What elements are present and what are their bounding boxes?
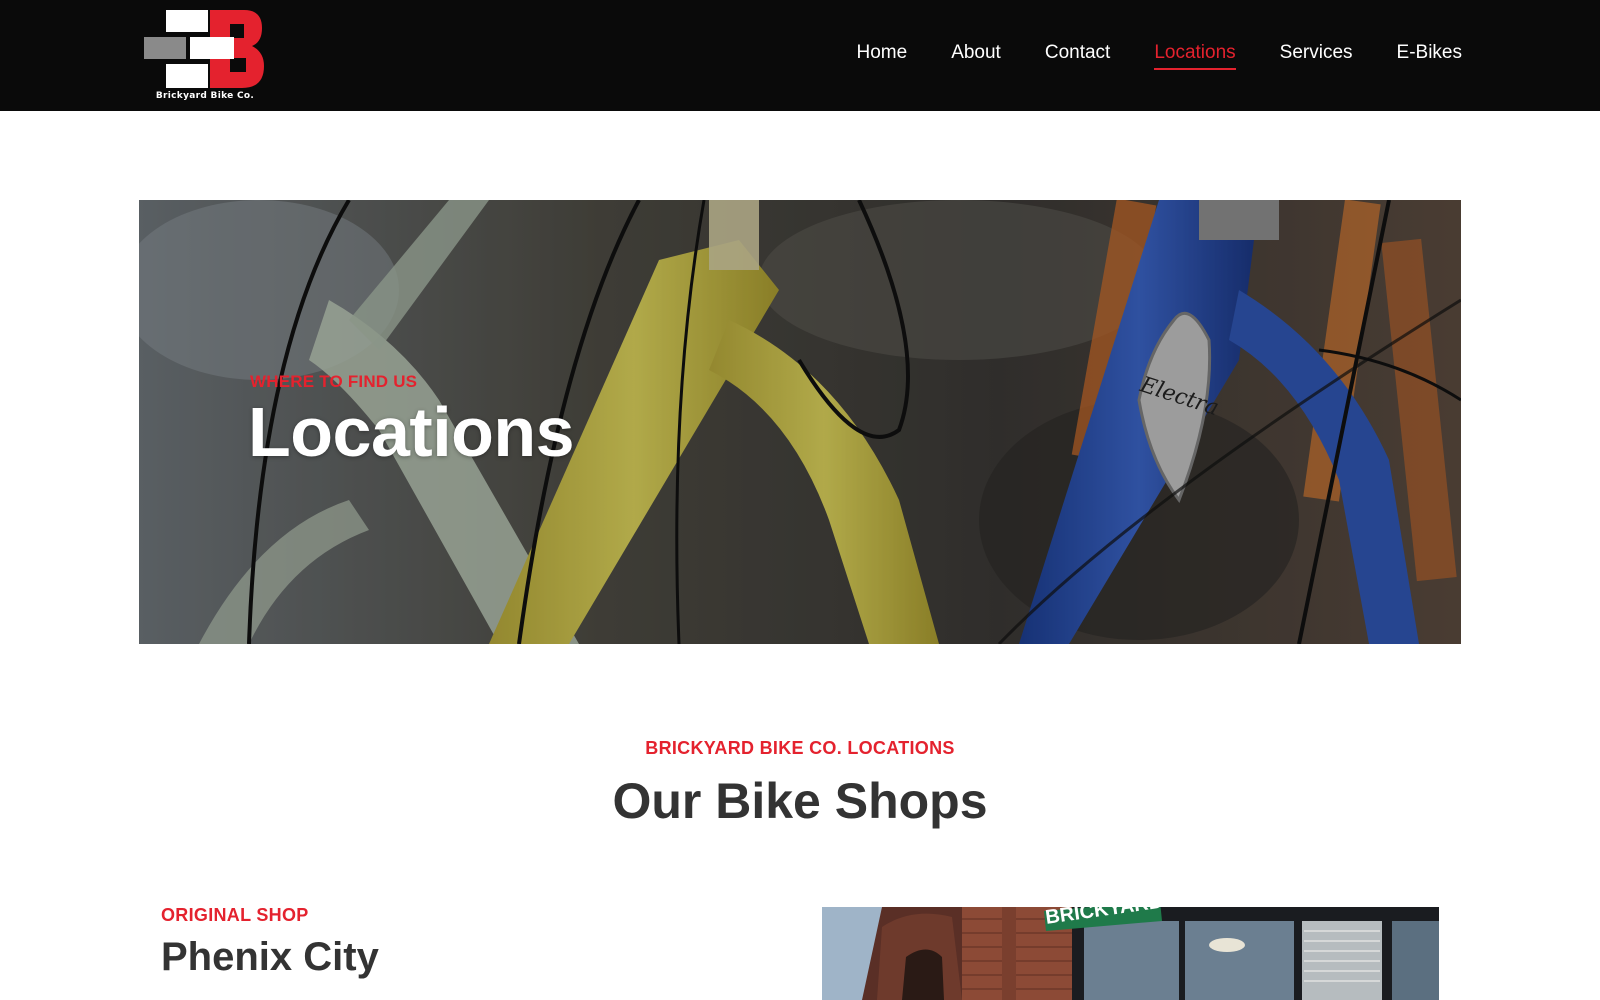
page-title: Locations — [248, 393, 575, 471]
location-title: Phenix City — [161, 935, 379, 979]
brand-logo[interactable]: Brickyard Bike Co. — [144, 8, 266, 104]
section-eyebrow: BRICKYARD BIKE CO. LOCATIONS — [645, 738, 955, 758]
hero-eyebrow: WHERE TO FIND US — [250, 372, 418, 391]
section-title: Our Bike Shops — [612, 773, 988, 829]
nav-home[interactable]: Home — [857, 42, 908, 70]
nav-services[interactable]: Services — [1280, 42, 1353, 70]
location-eyebrow: ORIGINAL SHOP — [161, 905, 309, 925]
nav-e-bikes[interactable]: E-Bikes — [1397, 42, 1462, 70]
hero-banner: Electra WHERE TO FIND US Locations — [139, 200, 1461, 644]
nav-about[interactable]: About — [951, 42, 1001, 70]
storefront-image — [822, 907, 1439, 1000]
main-nav: Home About Contact Locations Services E-… — [813, 0, 1462, 111]
logo-text: Brickyard Bike Co. — [155, 91, 255, 101]
nav-locations[interactable]: Locations — [1154, 42, 1236, 70]
location-photo: BRICKYARD RD — [822, 907, 1439, 1000]
brickyard-b-logo-icon — [144, 10, 264, 88]
nav-contact[interactable]: Contact — [1045, 42, 1110, 70]
site-header: Brickyard Bike Co. Home About Contact Lo… — [0, 0, 1600, 111]
